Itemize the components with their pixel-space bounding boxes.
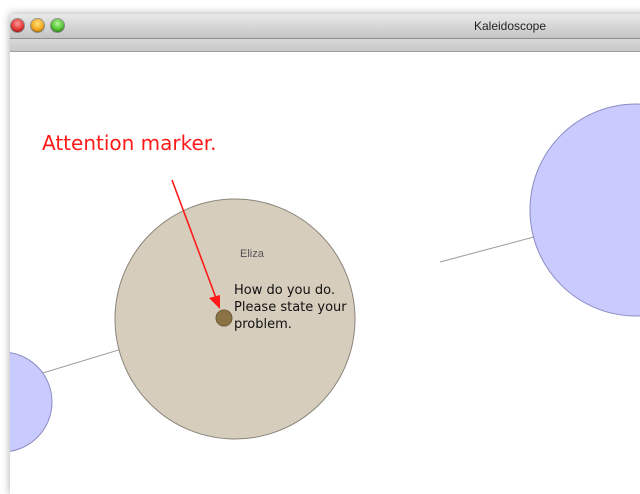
attention-marker-dot[interactable] xyxy=(215,309,233,327)
canvas-scene xyxy=(10,103,640,452)
participant-circle-left[interactable] xyxy=(10,352,53,452)
conversation-canvas[interactable]: Eliza How do you do. Please state your p… xyxy=(10,52,640,494)
minimize-button-icon[interactable] xyxy=(31,19,44,32)
kaleidoscope-window: Kaleidoscope Eliza How do you do. Please… xyxy=(10,14,640,494)
participant-message: How do you do. Please state your problem… xyxy=(234,283,347,332)
window-toolbar-strip xyxy=(10,39,640,52)
title-bar[interactable]: Kaleidoscope xyxy=(10,14,640,39)
participant-name-label: Eliza xyxy=(240,248,264,260)
zoom-button-icon[interactable] xyxy=(51,19,64,32)
participant-circle-right[interactable] xyxy=(529,103,640,317)
annotation-label: Attention marker. xyxy=(42,131,217,155)
window-title: Kaleidoscope xyxy=(473,19,547,33)
close-button-icon[interactable] xyxy=(11,19,24,32)
